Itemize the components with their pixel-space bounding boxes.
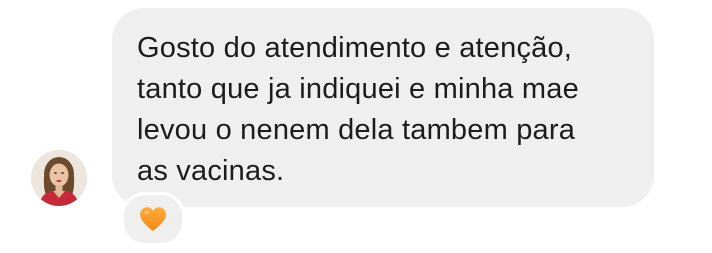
- reaction-badge[interactable]: [121, 192, 185, 246]
- avatar-photo-icon: [31, 150, 87, 206]
- message-text: Gosto do atendimento e atenção, tanto qu…: [137, 32, 579, 187]
- sender-avatar[interactable]: [31, 150, 87, 206]
- message-bubble[interactable]: Gosto do atendimento e atenção, tanto qu…: [112, 8, 654, 207]
- chat-thread: Gosto do atendimento e atenção, tanto qu…: [0, 0, 712, 253]
- orange-heart-icon: [140, 207, 166, 231]
